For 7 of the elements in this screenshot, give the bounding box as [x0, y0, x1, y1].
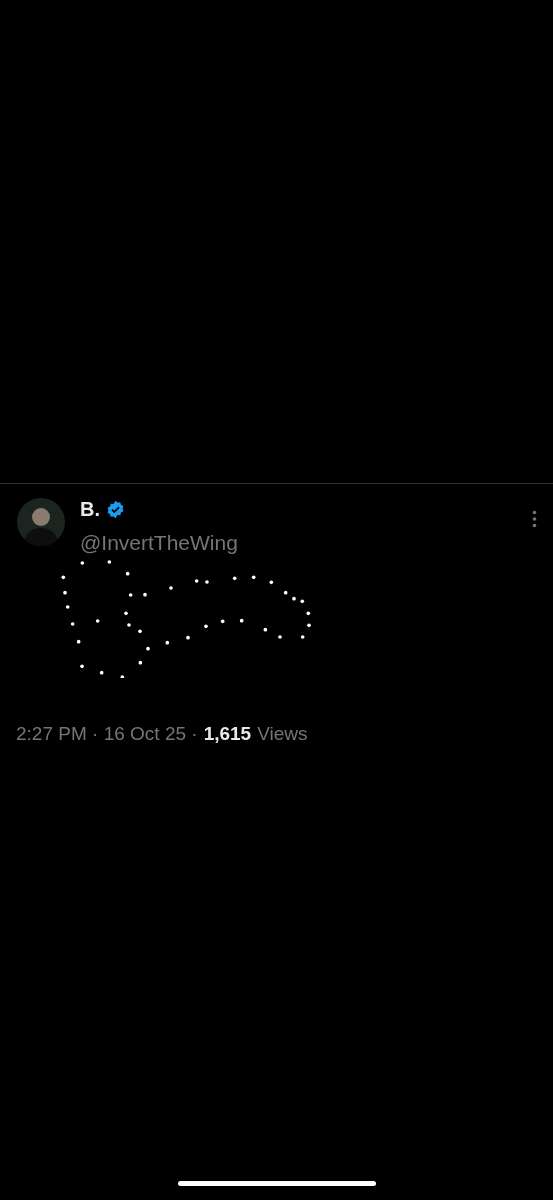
- views-label: Views: [257, 722, 308, 746]
- more-options-icon[interactable]: [532, 510, 537, 528]
- user-handle[interactable]: @InvertTheWing: [80, 532, 532, 553]
- views-count: 1,615: [203, 722, 252, 746]
- avatar-icon[interactable]: [17, 498, 65, 546]
- display-name[interactable]: B.: [80, 499, 100, 519]
- timestamp: 2:27 PM · 16 Oct 25 ·: [16, 722, 198, 746]
